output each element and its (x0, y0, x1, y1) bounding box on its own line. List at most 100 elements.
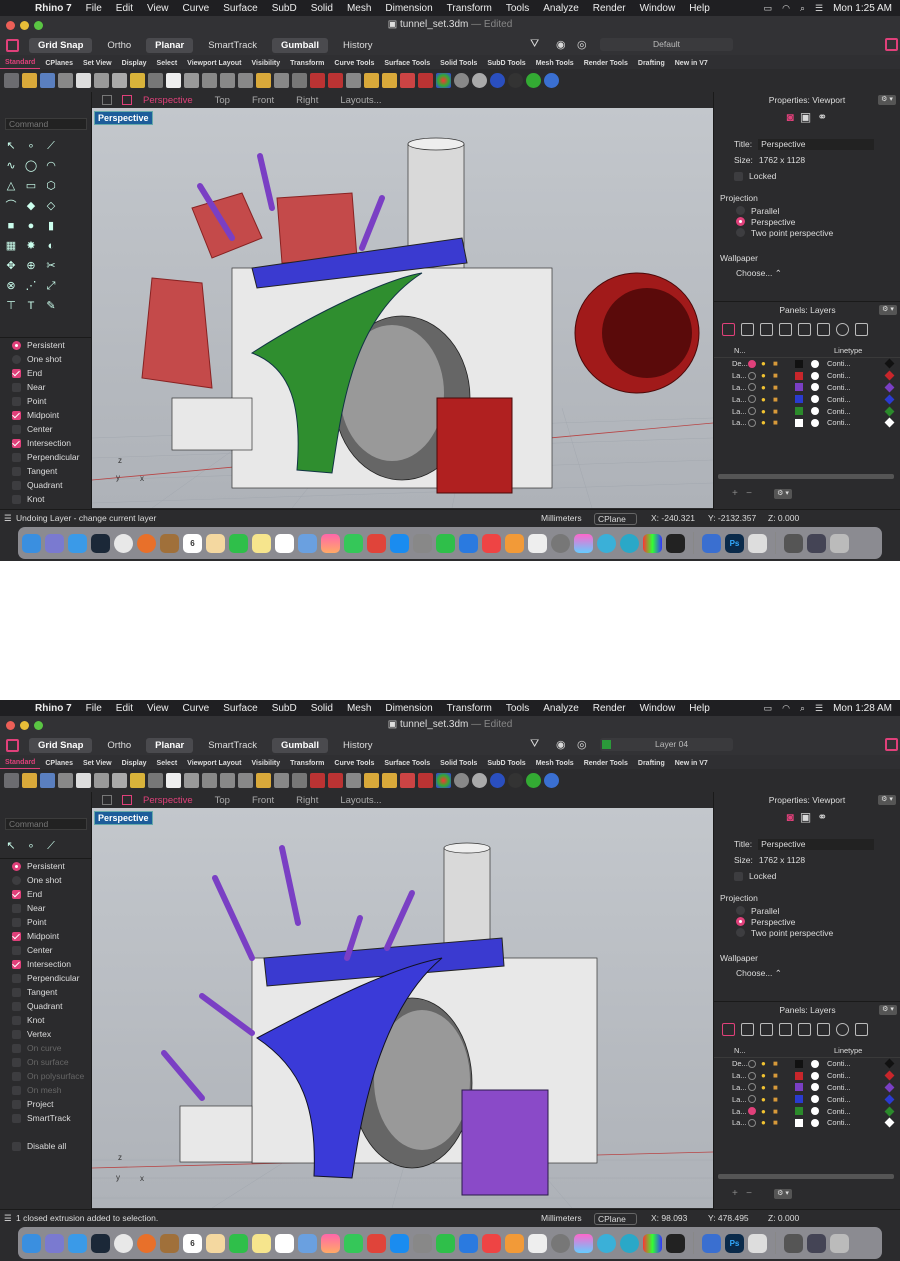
system-preferences-icon[interactable] (551, 533, 570, 553)
ortho-toggle[interactable]: Ortho (98, 38, 140, 53)
osnap-option[interactable]: One shot (0, 352, 92, 366)
calculator-icon[interactable] (413, 533, 432, 553)
white-slab[interactable] (179, 1105, 253, 1163)
font-book-icon[interactable] (528, 1233, 547, 1253)
notes-app-icon[interactable] (252, 1233, 271, 1253)
minimize-window-button[interactable] (20, 21, 29, 30)
linetype-value[interactable]: Conti... (827, 1059, 857, 1068)
ortho-toggle[interactable]: Ortho (98, 738, 140, 753)
wifi-icon[interactable]: ◠ (782, 703, 790, 714)
battery-icon[interactable]: ▭ (764, 3, 773, 14)
paste-icon[interactable] (130, 773, 145, 788)
menu-edit[interactable]: Edit (109, 3, 140, 14)
tab-standard[interactable]: Standard (0, 759, 41, 769)
menu-view[interactable]: View (140, 703, 176, 714)
four-views-icon[interactable] (292, 73, 307, 88)
four-views-icon[interactable] (292, 773, 307, 788)
scene-canvas[interactable]: z y x (92, 808, 713, 1208)
control-center-icon[interactable]: ☰ (815, 3, 823, 14)
font-book-icon[interactable] (528, 533, 547, 553)
preview-icon[interactable] (702, 533, 721, 553)
filter-icon[interactable]: ⛛ (530, 738, 539, 751)
notes-icon[interactable] (855, 322, 868, 336)
visibility-bulb-icon[interactable]: ● (761, 418, 773, 427)
dimension-icon[interactable]: ⊤ (3, 298, 19, 314)
grid-snap-toggle[interactable]: Grid Snap (29, 37, 93, 53)
osnap-option[interactable]: Persistent (0, 338, 92, 352)
tab-right[interactable]: Right (285, 95, 329, 106)
polygon-icon[interactable]: ⬡ (43, 178, 59, 194)
osnap-checkbox[interactable] (12, 1071, 21, 1081)
tab-subd-tools[interactable]: SubD Tools (482, 760, 530, 769)
tab-viewport-layout[interactable]: Viewport Layout (182, 60, 246, 69)
select-icon[interactable] (346, 73, 361, 88)
news-icon[interactable] (482, 533, 501, 553)
box-icon[interactable]: ■ (3, 218, 19, 234)
osnap-option[interactable]: On polysurface (0, 1069, 92, 1083)
cplane-selector[interactable]: CPlane (594, 1213, 637, 1225)
menu-window[interactable]: Window (633, 3, 683, 14)
environment-icon[interactable] (760, 1022, 773, 1036)
gumball-toggle[interactable]: Gumball (271, 737, 328, 753)
cut-icon[interactable] (94, 773, 109, 788)
minimized-window-1-icon[interactable] (784, 1233, 803, 1253)
osnap-option[interactable]: Persistent (0, 859, 92, 873)
photoshop-icon[interactable]: Ps (725, 533, 744, 553)
car2-icon[interactable] (328, 73, 343, 88)
osnap-option[interactable]: Tangent (0, 985, 92, 999)
col-name[interactable]: N... (714, 1046, 834, 1055)
zoom-extents-icon[interactable] (238, 773, 253, 788)
osnap-option[interactable]: Quadrant (0, 999, 92, 1013)
menu-app[interactable]: Rhino 7 (28, 703, 79, 714)
units-label[interactable]: Millimeters (541, 1213, 582, 1223)
osnap-checkbox[interactable] (12, 889, 21, 899)
lock-icon[interactable]: ■ (773, 1059, 787, 1068)
select-arrow-icon[interactable]: ↖ (3, 138, 19, 154)
activity-monitor-icon[interactable] (666, 1233, 685, 1253)
menu-curve[interactable]: Curve (176, 703, 217, 714)
firefox-icon[interactable] (137, 1233, 156, 1253)
smarttrack-toggle[interactable]: SmartTrack (199, 738, 266, 753)
layer-row[interactable]: La... ● ■ Conti... (714, 370, 900, 382)
curve-icon[interactable]: ∿ (3, 158, 19, 174)
print-color-icon[interactable] (884, 406, 895, 417)
print-color-icon[interactable] (884, 1094, 895, 1105)
color-wheel-icon[interactable] (436, 773, 451, 788)
menu-analyze[interactable]: Analyze (536, 703, 586, 714)
add-layer-button[interactable]: + − (732, 488, 752, 499)
osnap-option[interactable]: Center (0, 943, 92, 957)
two-point-radio[interactable] (736, 928, 745, 937)
layer-row[interactable]: De... ● ■ Conti... (714, 1058, 900, 1070)
layer-row[interactable]: La... ● ■ Conti... (714, 1117, 900, 1129)
shaded-sphere-icon[interactable] (454, 73, 469, 88)
command-input[interactable]: Command (5, 818, 87, 830)
osnap-option[interactable]: Intersection (0, 436, 92, 450)
linetype-value[interactable]: Conti... (827, 1071, 857, 1080)
display-icon[interactable] (817, 1022, 830, 1036)
droplet-icon[interactable] (597, 533, 616, 553)
osnap-icon[interactable]: ◉ (556, 738, 566, 751)
keynote-icon[interactable] (459, 1233, 478, 1253)
polyline-icon[interactable]: ⟋ (43, 138, 59, 154)
layer-color-swatch[interactable] (795, 1095, 803, 1104)
finder-icon[interactable] (22, 533, 41, 553)
units-label[interactable]: Millimeters (541, 513, 582, 523)
projection-two-point[interactable]: Two point perspective (714, 927, 900, 938)
camera-icon[interactable]: ◙ (787, 810, 794, 824)
osnap-option[interactable]: Intersection (0, 957, 92, 971)
red-panel-3[interactable] (141, 277, 213, 389)
trash-icon[interactable] (830, 1233, 849, 1253)
osnap-radio[interactable] (12, 354, 21, 364)
menu-surface[interactable]: Surface (216, 3, 264, 14)
clock[interactable]: Mon 1:28 AM (833, 703, 892, 714)
red-panel-2[interactable] (276, 192, 358, 264)
help-icon[interactable] (544, 73, 559, 88)
material-icon[interactable] (811, 1059, 819, 1068)
print-icon[interactable] (58, 73, 73, 88)
chrome-icon[interactable] (114, 1233, 133, 1253)
pan-hand-icon[interactable] (166, 73, 181, 88)
viewport-icon[interactable]: ▣ (800, 810, 811, 824)
linetype-value[interactable]: Conti... (827, 359, 857, 368)
layer-options-button[interactable]: ⚙ ▾ (774, 489, 792, 499)
grid-layout-icon[interactable] (102, 95, 112, 105)
